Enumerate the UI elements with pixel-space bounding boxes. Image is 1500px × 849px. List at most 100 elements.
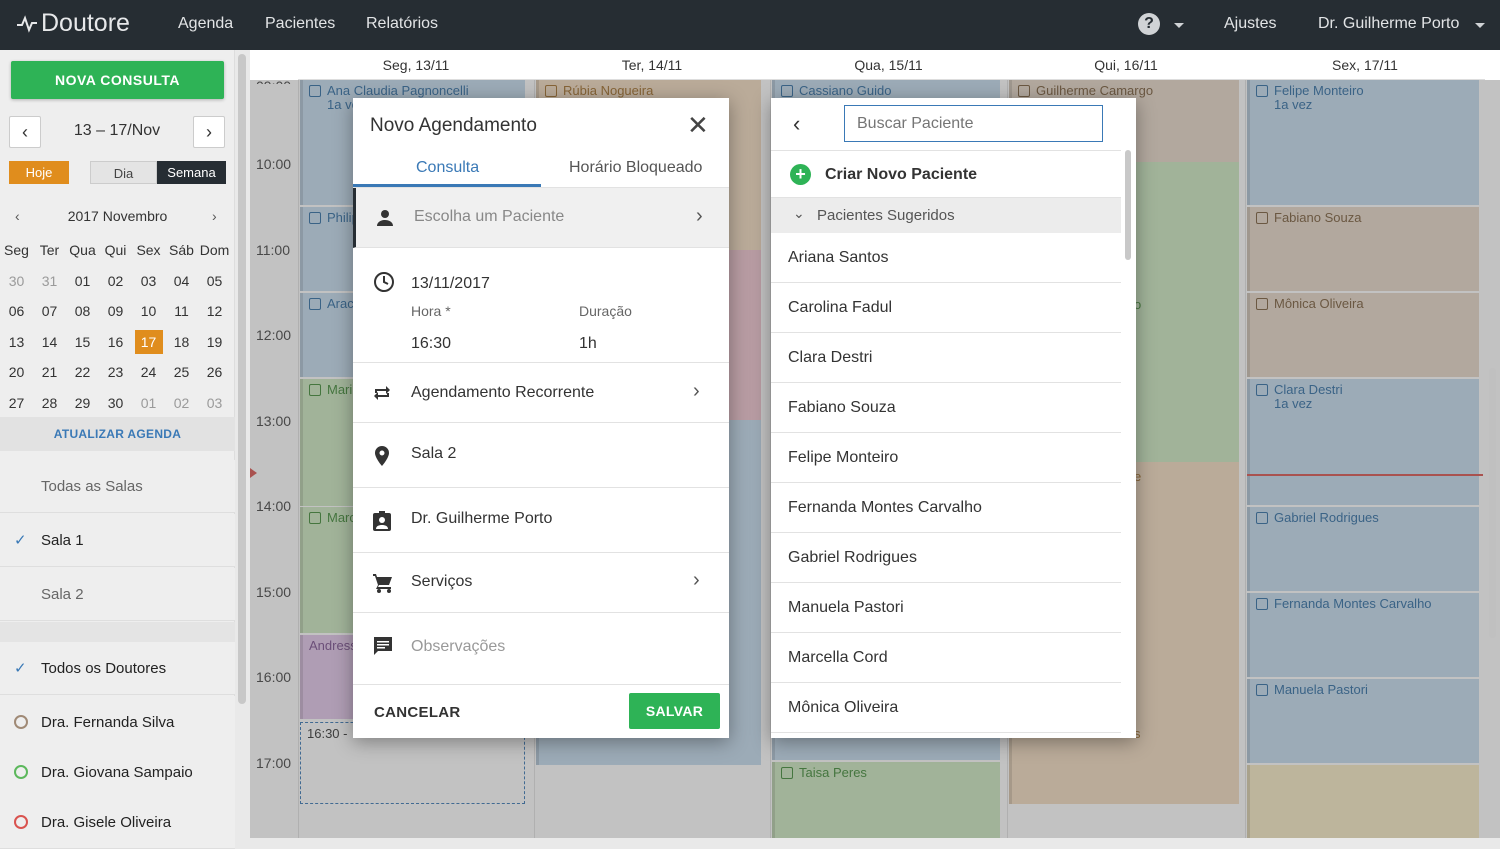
nav-relatorios[interactable]: Relatórios [366, 15, 438, 33]
filter-todos-doutores[interactable]: ✓ Todos os Doutores [0, 642, 235, 695]
mini-day[interactable]: 28 [33, 395, 66, 411]
patient-list-item[interactable]: Fernanda Montes Carvalho [771, 483, 1121, 533]
check-icon: ✓ [14, 532, 27, 549]
nav-pacientes[interactable]: Pacientes [265, 15, 335, 33]
filter-todas-salas[interactable]: Todas as Salas [0, 460, 235, 513]
patient-select-row[interactable]: Escolha um Paciente › [353, 188, 729, 248]
mini-day-today[interactable]: 17 [134, 329, 163, 354]
nova-consulta-button[interactable]: NOVA CONSULTA [11, 61, 224, 99]
search-patient-input[interactable] [844, 105, 1103, 142]
suggested-header[interactable]: ⌄ Pacientes Sugeridos [771, 198, 1121, 233]
day-header: Qua, 15/11 [770, 50, 1007, 80]
sala-value: Sala 2 [411, 445, 457, 462]
mini-day[interactable]: 02 [165, 395, 198, 411]
novo-agendamento-dialog: Novo Agendamento ✕ Consulta Horário Bloq… [353, 98, 729, 738]
create-patient-row[interactable]: + Criar Novo Paciente [771, 150, 1121, 198]
mini-day[interactable]: 25 [165, 364, 198, 380]
semana-button[interactable]: Semana [157, 161, 226, 184]
mini-day[interactable]: 04 [165, 273, 198, 289]
atualizar-agenda-button[interactable]: ATUALIZAR AGENDA [0, 417, 235, 451]
mini-day[interactable]: 13 [0, 334, 33, 350]
duracao-value[interactable]: 1h [579, 335, 597, 353]
patient-list-scrollbar[interactable] [1125, 150, 1131, 260]
patient-list-item[interactable]: Gabriel Rodrigues [771, 533, 1121, 583]
patient-list-item[interactable]: Carolina Fadul [771, 283, 1121, 333]
filter-doutor[interactable]: Dra. Gisele Oliveira [0, 796, 235, 849]
mini-day[interactable]: 26 [198, 364, 231, 380]
recorrente-row[interactable]: Agendamento Recorrente › [353, 363, 729, 423]
tab-consulta[interactable]: Consulta [416, 159, 479, 187]
mini-day[interactable]: 27 [0, 395, 33, 411]
logo[interactable]: Doutore [16, 9, 130, 38]
tab-horario-bloqueado[interactable]: Horário Bloqueado [569, 159, 702, 187]
mini-day[interactable]: 29 [66, 395, 99, 411]
nav-agenda[interactable]: Agenda [178, 15, 233, 33]
help-icon[interactable]: ? [1138, 13, 1160, 35]
mini-day[interactable]: 07 [33, 303, 66, 319]
mini-day[interactable]: 11 [165, 303, 198, 319]
mini-day[interactable]: 02 [99, 273, 132, 289]
mini-day[interactable]: 31 [33, 273, 66, 289]
filter-sala-2[interactable]: Sala 2 [0, 568, 235, 621]
mini-next-month-icon[interactable]: › [212, 208, 217, 224]
next-week-button[interactable]: › [193, 116, 225, 148]
user-menu[interactable]: Dr. Guilherme Porto [1318, 15, 1459, 33]
calendar-scrollbar[interactable] [1489, 368, 1496, 638]
mini-day[interactable]: 30 [99, 395, 132, 411]
mini-day[interactable]: 18 [165, 334, 198, 350]
prev-week-button[interactable]: ‹ [9, 116, 41, 148]
mini-day[interactable]: 21 [33, 364, 66, 380]
user-caret-icon[interactable] [1475, 23, 1485, 28]
sala-row[interactable]: Sala 2 [353, 423, 729, 488]
patient-list-item[interactable]: Fabiano Souza [771, 383, 1121, 433]
back-chevron-icon[interactable]: ‹ [793, 111, 800, 137]
location-pin-icon [375, 446, 389, 466]
cancel-button[interactable]: CANCELAR [374, 704, 461, 721]
filter-doutor[interactable]: Dra. Giovana Sampaio [0, 746, 235, 799]
mini-day[interactable]: 09 [99, 303, 132, 319]
filter-doutor[interactable]: Dra. Fernanda Silva [0, 696, 235, 749]
patient-list-item[interactable]: Mônica Oliveira [771, 683, 1121, 733]
mini-day[interactable]: 10 [132, 303, 165, 319]
recorrente-label: Agendamento Recorrente [411, 384, 595, 401]
sidebar-scrollbar[interactable] [238, 54, 246, 704]
mini-day[interactable]: 01 [132, 395, 165, 411]
mini-day[interactable]: 08 [66, 303, 99, 319]
patient-list-item[interactable]: Marcella Cord [771, 633, 1121, 683]
datetime-row[interactable]: 13/11/2017 Hora * Duração 16:30 1h [353, 248, 729, 363]
mini-day[interactable]: 05 [198, 273, 231, 289]
mini-day[interactable]: 14 [33, 334, 66, 350]
dia-button[interactable]: Dia [90, 161, 157, 184]
mini-day[interactable]: 22 [66, 364, 99, 380]
mini-day[interactable]: 01 [66, 273, 99, 289]
hoje-button[interactable]: Hoje [9, 161, 69, 184]
mini-day[interactable]: 20 [0, 364, 33, 380]
help-caret-icon[interactable] [1174, 23, 1184, 28]
save-button[interactable]: SALVAR [629, 693, 720, 729]
filter-sala-1[interactable]: ✓ Sala 1 [0, 514, 235, 567]
patient-list-item[interactable]: Ariana Santos [771, 233, 1121, 283]
mini-day[interactable]: 24 [132, 364, 165, 380]
nav-ajustes[interactable]: Ajustes [1224, 15, 1276, 33]
mini-day[interactable]: 15 [66, 334, 99, 350]
doutor-row[interactable]: Dr. Guilherme Porto [353, 488, 729, 553]
mini-day[interactable]: 12 [198, 303, 231, 319]
mini-day[interactable]: 06 [0, 303, 33, 319]
clock-icon [374, 272, 394, 292]
observacoes-placeholder[interactable]: Observações [411, 638, 505, 656]
mini-day[interactable]: 23 [99, 364, 132, 380]
servicos-row[interactable]: Serviços › [353, 553, 729, 613]
close-icon[interactable]: ✕ [687, 110, 709, 141]
weekday-label: Qua [69, 242, 96, 259]
patient-list-item[interactable]: Manuela Pastori [771, 583, 1121, 633]
patient-list-item[interactable]: Felipe Monteiro [771, 433, 1121, 483]
mini-day[interactable]: 03 [198, 395, 231, 411]
hora-value[interactable]: 16:30 [411, 335, 451, 353]
patient-list-item[interactable]: Clara Destri [771, 333, 1121, 383]
observacoes-row[interactable]: Observações [353, 613, 729, 685]
mini-day[interactable]: 16 [99, 334, 132, 350]
date-value[interactable]: 13/11/2017 [411, 275, 490, 293]
mini-day[interactable]: 03 [132, 273, 165, 289]
mini-day[interactable]: 19 [198, 334, 231, 350]
mini-day[interactable]: 30 [0, 273, 33, 289]
